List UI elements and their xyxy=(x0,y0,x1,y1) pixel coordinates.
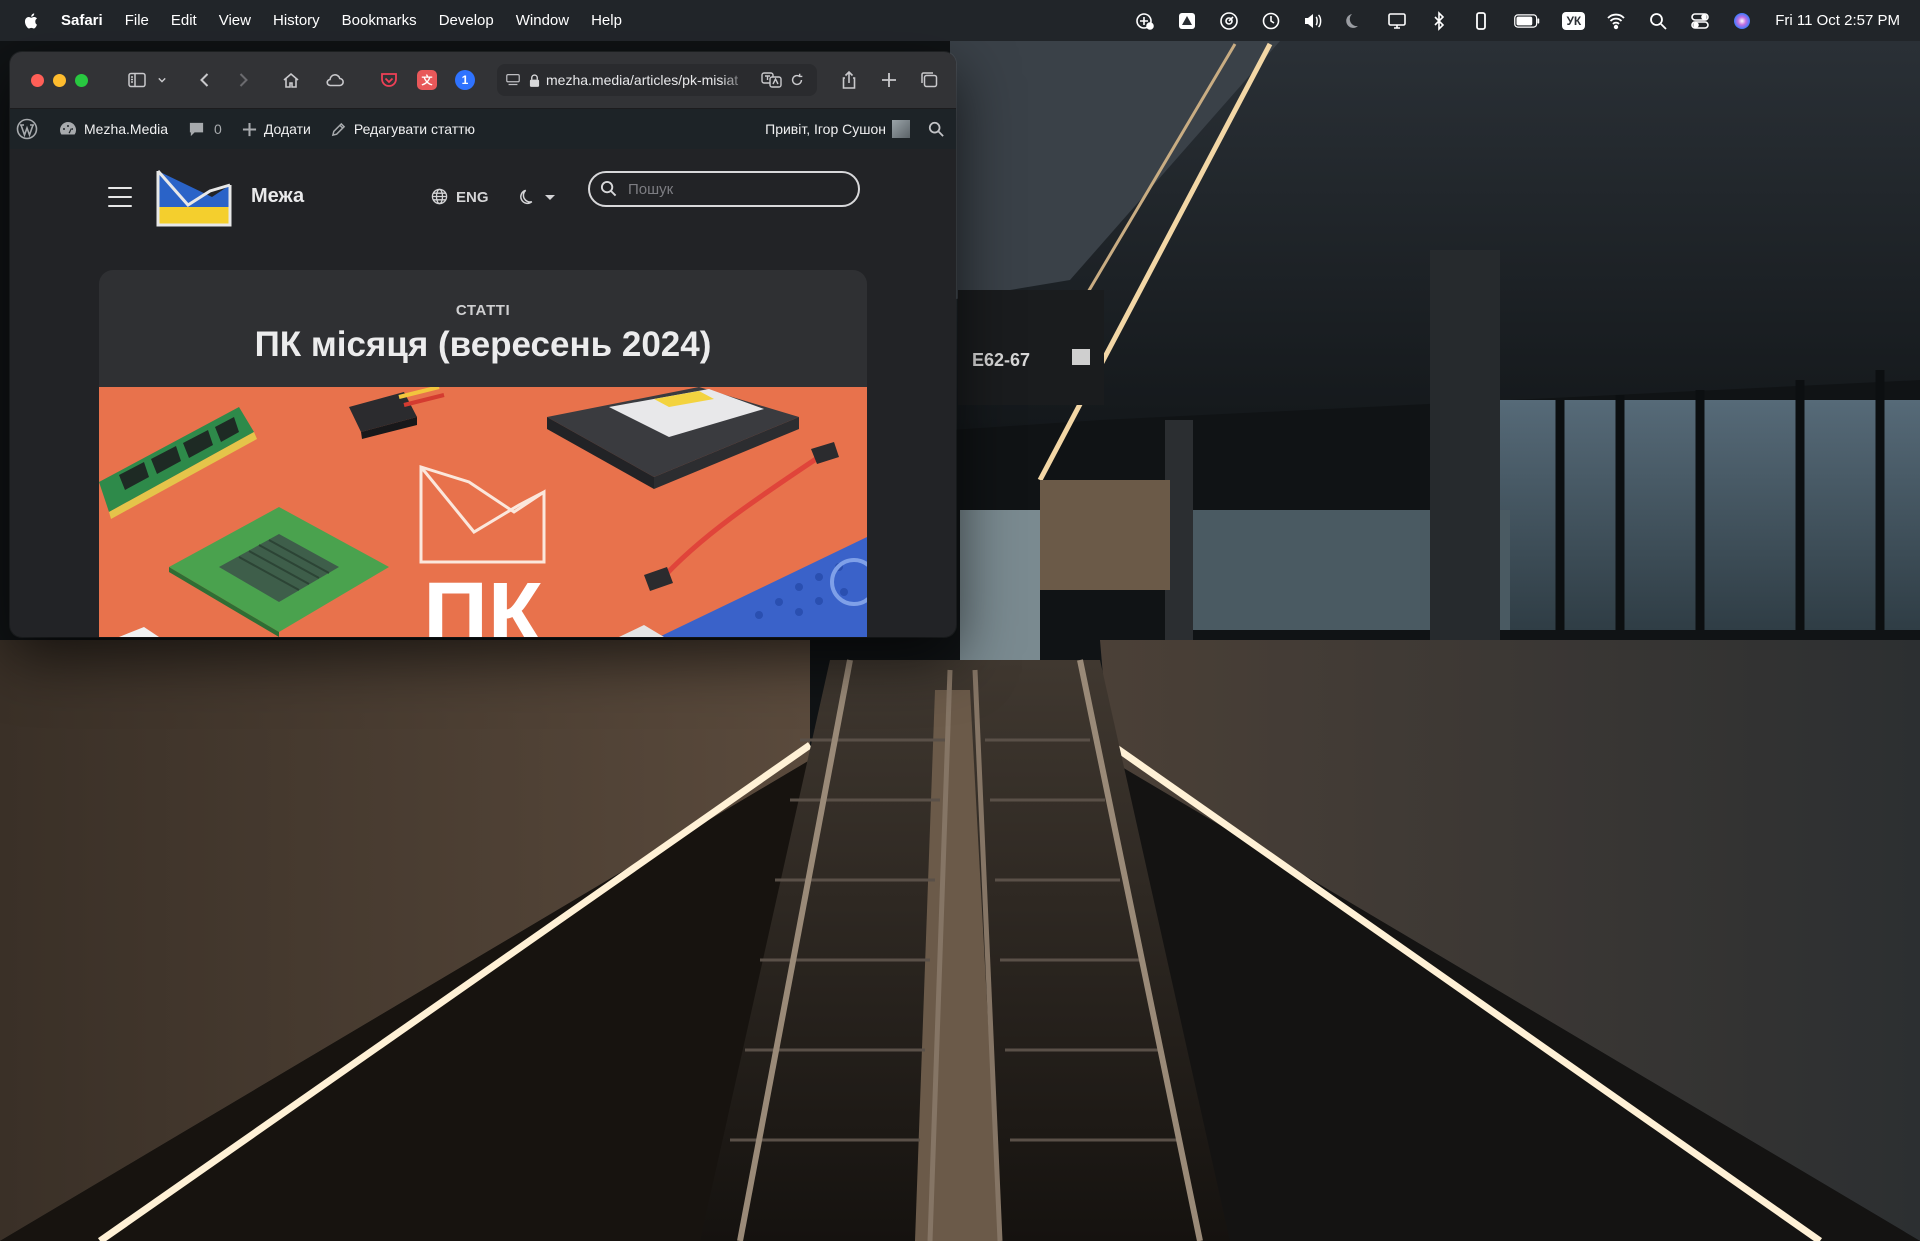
back-icon[interactable] xyxy=(192,67,218,93)
sidebar-icon[interactable] xyxy=(124,67,150,93)
moon-icon xyxy=(520,188,538,206)
user-greeting[interactable]: Привіт, Ігор Сушон xyxy=(765,121,886,137)
site-search xyxy=(588,171,860,207)
article-card: СТАТТІ ПК місяця (вересень 2024) ПК xyxy=(99,270,867,637)
pocket-icon[interactable] xyxy=(376,67,402,93)
menu-bookmarks[interactable]: Bookmarks xyxy=(342,12,417,29)
svg-text:E62-67: E62-67 xyxy=(972,350,1030,370)
article-hero-image: ПК xyxy=(99,387,867,637)
url-text[interactable]: mezha.media/articles/pk-misiat xyxy=(546,72,751,88)
browser-toolbar: 文 1 mezha.media/articles/pk-misiat xyxy=(10,52,956,109)
moon-icon[interactable] xyxy=(1344,10,1366,32)
spotlight-icon[interactable] xyxy=(1647,10,1669,32)
share-icon[interactable] xyxy=(836,67,862,93)
display-icon[interactable] xyxy=(1386,10,1408,32)
ram-module xyxy=(99,407,257,519)
address-bar[interactable]: mezha.media/articles/pk-misiat xyxy=(497,64,817,96)
status-menus: УК Fri 11 Oct 2:57 PM xyxy=(1114,10,1900,32)
home-icon[interactable] xyxy=(278,67,304,93)
menu-history[interactable]: History xyxy=(273,12,320,29)
wifi-icon[interactable] xyxy=(1605,10,1627,32)
window-controls xyxy=(31,73,88,87)
minimize-window-button[interactable] xyxy=(53,73,66,87)
menu-app-safari[interactable]: Safari xyxy=(61,12,103,29)
theme-switcher[interactable] xyxy=(520,188,555,206)
globe-icon xyxy=(431,188,449,206)
page-menu-icon[interactable] xyxy=(505,72,523,88)
onepassword-icon[interactable]: 1 xyxy=(452,67,478,93)
search-icon[interactable] xyxy=(928,121,946,137)
bluetooth-icon[interactable] xyxy=(1428,10,1450,32)
caret-down-icon xyxy=(545,192,555,202)
add-new-link[interactable]: Додати xyxy=(264,121,311,137)
menu-edit[interactable]: Edit xyxy=(171,12,197,29)
wp-admin-bar: Mezha.Media 0 Додати Редагувати статтю П… xyxy=(10,109,956,149)
wp-site-name[interactable]: Mezha.Media xyxy=(84,121,168,137)
edit-article-link[interactable]: Редагувати статтю xyxy=(354,121,475,137)
forward-icon[interactable] xyxy=(230,67,256,93)
reload-icon[interactable] xyxy=(789,72,807,88)
apple-icon[interactable] xyxy=(21,10,43,32)
hamburger-menu-icon[interactable] xyxy=(108,187,132,207)
translate-icon[interactable] xyxy=(761,71,783,89)
comment-icon[interactable] xyxy=(188,121,206,138)
article-category[interactable]: СТАТТІ xyxy=(99,302,867,319)
drive-icon[interactable] xyxy=(1176,10,1198,32)
chevron-down-icon[interactable] xyxy=(154,67,170,93)
plus-icon[interactable] xyxy=(876,67,902,93)
language-switcher[interactable]: ENG xyxy=(431,188,489,206)
close-window-button[interactable] xyxy=(31,73,44,87)
comments-count[interactable]: 0 xyxy=(214,121,222,137)
search-icon xyxy=(600,180,618,198)
vpn-icon[interactable] xyxy=(1134,10,1156,32)
menu-help[interactable]: Help xyxy=(591,12,622,29)
site-logo[interactable] xyxy=(154,167,234,231)
phone-icon[interactable] xyxy=(1470,10,1492,32)
safari-window: 文 1 mezha.media/articles/pk-misiat Mezha… xyxy=(10,52,956,637)
menubar-clock[interactable]: Fri 11 Oct 2:57 PM xyxy=(1775,12,1900,29)
hero-illustration: ПК xyxy=(99,387,867,637)
tabs-icon[interactable] xyxy=(916,67,942,93)
search-input[interactable] xyxy=(626,179,850,199)
pencil-icon[interactable] xyxy=(331,122,347,137)
language-label: ENG xyxy=(456,188,489,206)
keyboard-layout-badge[interactable]: УК xyxy=(1562,11,1586,30)
site-title[interactable]: Межа xyxy=(251,185,304,208)
dashboard-icon[interactable] xyxy=(58,119,78,139)
avatar[interactable] xyxy=(892,120,910,138)
volume-icon[interactable] xyxy=(1302,10,1324,32)
cpu-chip xyxy=(169,507,389,637)
speed-icon[interactable] xyxy=(1218,10,1240,32)
icloud-icon[interactable] xyxy=(322,67,348,93)
sata-connector xyxy=(349,387,445,439)
menu-develop[interactable]: Develop xyxy=(439,12,494,29)
hero-logo-outline xyxy=(419,464,546,564)
control-center-icon[interactable] xyxy=(1689,10,1711,32)
battery-icon[interactable] xyxy=(1512,10,1542,32)
hero-text: ПК xyxy=(423,565,544,637)
wordpress-icon[interactable] xyxy=(16,118,38,140)
site-header: Межа ENG xyxy=(10,149,956,249)
lock-icon xyxy=(529,73,541,87)
time-machine-icon[interactable] xyxy=(1260,10,1282,32)
maximize-window-button[interactable] xyxy=(75,73,88,87)
menu-file[interactable]: File xyxy=(125,12,149,29)
menu-view[interactable]: View xyxy=(219,12,251,29)
menu-window[interactable]: Window xyxy=(516,12,569,29)
article-title: ПК місяця (вересень 2024) xyxy=(254,325,712,364)
menu-bar: Safari File Edit View History Bookmarks … xyxy=(0,0,1920,41)
plus-icon[interactable] xyxy=(242,122,258,137)
ssd-drive xyxy=(547,387,799,489)
extension-icon[interactable]: 文 xyxy=(414,67,440,93)
siri-icon[interactable] xyxy=(1731,10,1753,32)
